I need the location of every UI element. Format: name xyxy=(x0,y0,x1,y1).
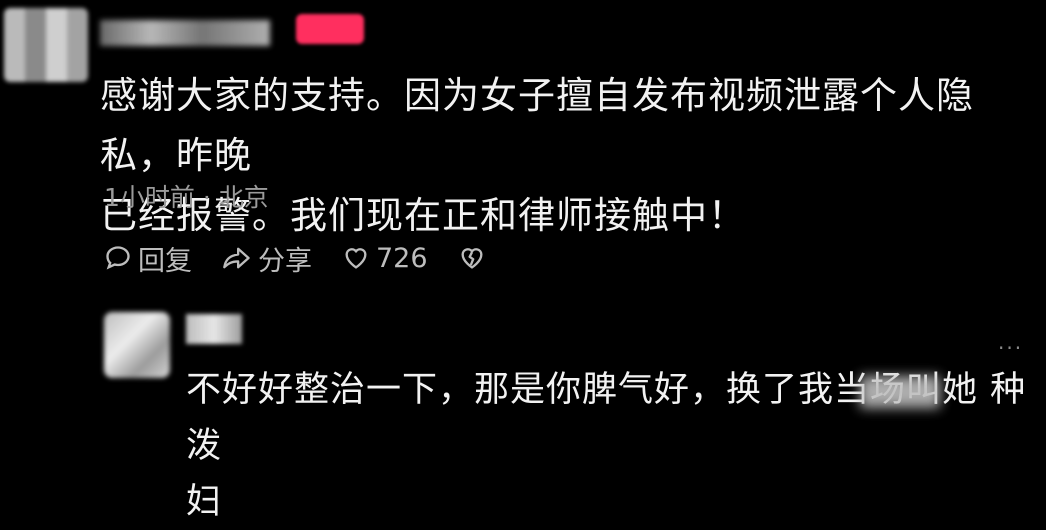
share-button[interactable]: 分享 xyxy=(222,239,312,278)
comment-bubble-icon xyxy=(106,246,130,270)
heart-icon xyxy=(345,248,367,269)
more-options-icon[interactable]: ··· xyxy=(998,336,1023,360)
like-button[interactable]: 726 xyxy=(342,243,428,274)
reply-button[interactable]: 回复 xyxy=(104,239,192,278)
reply-username-redacted[interactable] xyxy=(186,314,242,344)
comment-meta: 1小时前 · 北京 xyxy=(104,183,269,212)
comment-body: 感谢大家的支持。因为女子擅自发布视频泄露个人隐私，昨晚 已经报警。我们现在正和律… xyxy=(100,66,1030,246)
comment-line-1: 感谢大家的支持。因为女子擅自发布视频泄露个人隐私，昨晚 xyxy=(100,74,974,177)
share-label: 分享 xyxy=(258,245,312,277)
broken-heart-icon xyxy=(461,248,483,269)
commenter-name-redacted[interactable] xyxy=(100,20,270,46)
user-badge-redacted xyxy=(296,14,364,44)
share-arrow-icon xyxy=(223,247,250,269)
like-count: 726 xyxy=(376,242,428,274)
reply-label: 回复 xyxy=(138,245,192,277)
reply-avatar[interactable] xyxy=(104,312,170,378)
dislike-button[interactable] xyxy=(458,244,492,272)
mosaic-redaction xyxy=(860,376,940,408)
comment-actions: 回复 分享 726 xyxy=(104,238,522,278)
reply-line-2: 妇 xyxy=(186,482,223,522)
comment-avatar[interactable] xyxy=(4,8,88,82)
